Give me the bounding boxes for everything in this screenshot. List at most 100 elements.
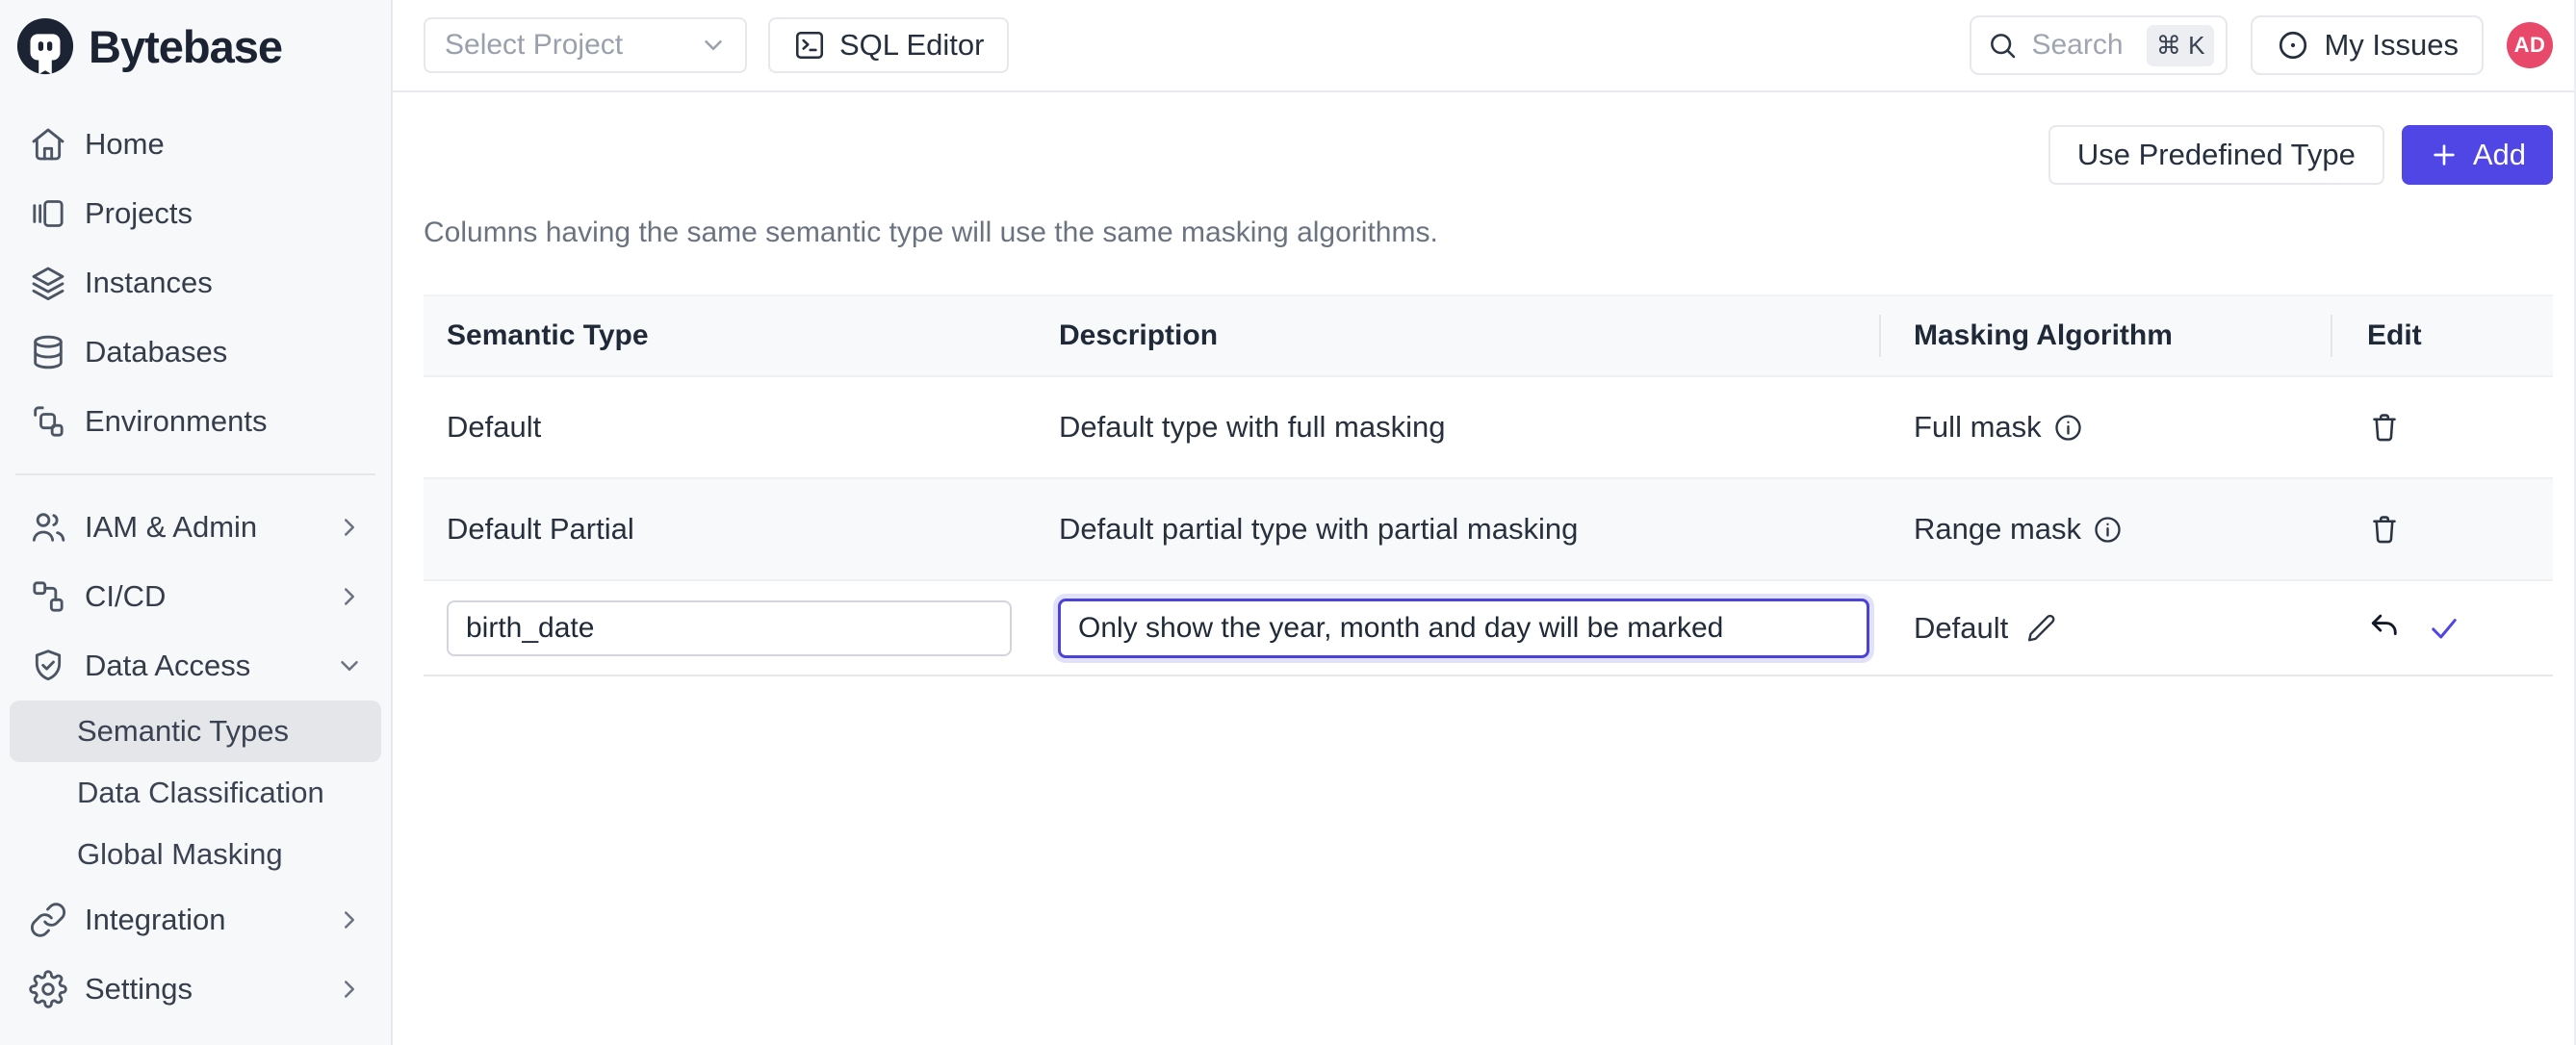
gear-icon [29, 970, 67, 1008]
home-icon [29, 125, 67, 164]
description-input[interactable] [1058, 599, 1869, 658]
sidebar-item-instances[interactable]: Instances [10, 248, 381, 318]
page-actions: Use Predefined Type Add [424, 125, 2553, 185]
sidebar-item-data-access[interactable]: Data Access [10, 631, 381, 701]
avatar[interactable]: AD [2507, 22, 2553, 68]
add-button[interactable]: Add [2402, 125, 2553, 185]
terminal-icon [793, 29, 826, 62]
chevron-right-icon [335, 975, 364, 1004]
add-button-label: Add [2473, 138, 2526, 172]
sidebar-item-label: Instances [85, 266, 213, 300]
chevron-right-icon [335, 582, 364, 611]
bytebase-logo-icon [15, 16, 75, 76]
link-icon [29, 901, 67, 939]
sidebar-nav: Home Projects Instances Databases Enviro [0, 92, 391, 1024]
chevron-down-icon [699, 31, 728, 60]
column-header-masking-algorithm: Masking Algorithm [1879, 296, 2331, 375]
chevron-right-icon [335, 513, 364, 542]
semantic-types-table: Semantic Type Description Masking Algori… [424, 294, 2553, 676]
search-input[interactable]: Search ⌘ K [1970, 15, 2228, 75]
table-row: Default Default type with full masking F… [424, 375, 2553, 477]
column-header-semantic-type: Semantic Type [424, 296, 1036, 375]
environments-icon [29, 402, 67, 441]
database-icon [29, 333, 67, 371]
my-issues-label: My Issues [2324, 28, 2459, 63]
brand-name: Bytebase [89, 20, 282, 73]
info-icon[interactable] [2053, 413, 2083, 443]
project-select-placeholder: Select Project [445, 29, 623, 62]
masking-algorithm-cell: Range mask [1879, 479, 2331, 579]
description-cell: Default partial type with partial maskin… [1036, 479, 1879, 579]
sql-editor-label: SQL Editor [839, 28, 984, 63]
users-icon [29, 508, 67, 547]
row-actions-cell [2331, 479, 2553, 579]
brand-logo[interactable]: Bytebase [0, 0, 391, 92]
table-row-editing: Default [424, 579, 2553, 675]
sidebar-item-label: CI/CD [85, 579, 166, 614]
column-header-description: Description [1036, 296, 1879, 375]
sidebar-item-data-classification[interactable]: Data Classification [10, 762, 381, 824]
sql-editor-button[interactable]: SQL Editor [768, 17, 1009, 73]
masking-algorithm-label: Range mask [1914, 512, 2081, 547]
page-description: Columns having the same semantic type wi… [424, 216, 2553, 250]
chevron-down-icon [335, 651, 364, 680]
sidebar-item-label: Home [85, 127, 165, 162]
sidebar-item-label: IAM & Admin [85, 510, 257, 545]
masking-algorithm-edit-cell: Default [1879, 581, 2331, 675]
semantic-type-edit-cell [424, 581, 1036, 675]
table-header-row: Semantic Type Description Masking Algori… [424, 296, 2553, 375]
sidebar-item-environments[interactable]: Environments [10, 387, 381, 456]
delete-button[interactable] [2367, 512, 2402, 547]
sidebar-item-semantic-types[interactable]: Semantic Types [10, 701, 381, 762]
pencil-icon [2025, 612, 2057, 644]
sidebar-item-label: Settings [85, 972, 193, 1007]
row-edit-actions-cell [2331, 581, 2553, 675]
topbar: Select Project SQL Editor Search ⌘ K My … [393, 0, 2574, 92]
edit-algorithm-button[interactable] [2025, 612, 2057, 644]
semantic-type-cell: Default Partial [424, 479, 1036, 579]
semantic-type-input[interactable] [447, 600, 1012, 656]
undo-icon [2367, 611, 2402, 646]
sidebar-item-databases[interactable]: Databases [10, 318, 381, 387]
trash-icon [2367, 512, 2402, 547]
plus-icon [2429, 140, 2460, 170]
shield-check-icon [29, 647, 67, 685]
project-select[interactable]: Select Project [424, 17, 747, 73]
table-row: Default Partial Default partial type wit… [424, 477, 2553, 579]
layers-icon [29, 264, 67, 302]
topbar-right: Search ⌘ K My Issues AD [1970, 15, 2553, 75]
check-icon [2427, 611, 2461, 646]
sidebar-divider [15, 473, 375, 475]
workflow-icon [29, 577, 67, 616]
avatar-initials: AD [2514, 33, 2546, 58]
sidebar-item-label: Data Access [85, 649, 250, 683]
circle-dot-icon [2276, 28, 2310, 63]
sidebar-item-projects[interactable]: Projects [10, 179, 381, 248]
masking-algorithm-cell: Full mask [1879, 377, 2331, 477]
info-icon[interactable] [2093, 515, 2123, 545]
sidebar-item-cicd[interactable]: CI/CD [10, 562, 381, 631]
masking-algorithm-label: Default [1914, 611, 2008, 646]
semantic-types-page: Use Predefined Type Add Columns having t… [393, 92, 2574, 1045]
sidebar-item-label: Semantic Types [77, 714, 289, 749]
my-issues-button[interactable]: My Issues [2251, 15, 2484, 75]
masking-algorithm-label: Full mask [1914, 410, 2042, 445]
sidebar-item-integration[interactable]: Integration [10, 885, 381, 955]
sidebar-item-settings[interactable]: Settings [10, 955, 381, 1024]
undo-button[interactable] [2367, 611, 2402, 646]
confirm-button[interactable] [2427, 611, 2461, 646]
sidebar-item-home[interactable]: Home [10, 110, 381, 179]
chevron-right-icon [335, 905, 364, 934]
sidebar-item-label: Data Classification [77, 776, 324, 810]
sidebar: Bytebase Home Projects Instances Databa [0, 0, 393, 1045]
row-actions-cell [2331, 377, 2553, 477]
semantic-type-cell: Default [424, 377, 1036, 477]
use-predefined-type-button[interactable]: Use Predefined Type [2048, 125, 2384, 185]
sidebar-item-iam-admin[interactable]: IAM & Admin [10, 493, 381, 562]
sidebar-item-global-masking[interactable]: Global Masking [10, 824, 381, 885]
search-shortcut-badge: ⌘ K [2147, 25, 2215, 66]
delete-button[interactable] [2367, 410, 2402, 445]
sidebar-item-label: Databases [85, 335, 227, 370]
main-area: Select Project SQL Editor Search ⌘ K My … [393, 0, 2576, 1045]
search-placeholder: Search [2031, 29, 2132, 62]
